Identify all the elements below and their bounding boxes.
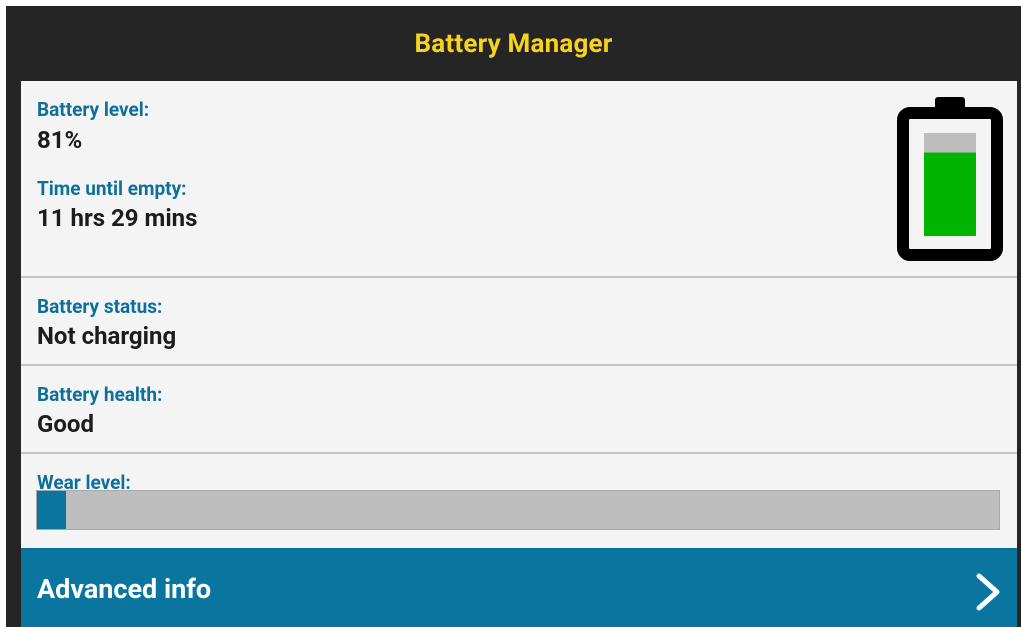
divider (21, 364, 1017, 366)
battery-level-label: Battery level: (37, 98, 150, 121)
chevron-right-icon (976, 573, 1000, 611)
battery-health-label: Battery health: (37, 383, 163, 406)
battery-level-value: 81% (37, 126, 83, 154)
battery-status-label: Battery status: (37, 295, 163, 318)
divider (21, 276, 1017, 278)
battery-charge-fill (924, 152, 976, 236)
battery-status-value: Not charging (37, 322, 177, 350)
advanced-info-label: Advanced info (37, 572, 212, 605)
time-until-empty-value: 11 hrs 29 mins (37, 204, 198, 232)
advanced-info-button[interactable]: Advanced info (21, 548, 1017, 627)
app-title: Battery Manager (414, 28, 613, 59)
time-until-empty-label: Time until empty: (37, 177, 187, 200)
battery-health-value: Good (37, 410, 94, 438)
app-header: Battery Manager (6, 6, 1021, 81)
divider (21, 452, 1017, 454)
wear-level-fill (37, 491, 66, 529)
wear-level-bar (36, 490, 1000, 530)
app-window: Battery Manager Battery level: 81% Time … (6, 6, 1021, 627)
battery-info-panel: Battery level: 81% Time until empty: 11 … (21, 81, 1017, 627)
battery-icon (897, 97, 1003, 261)
